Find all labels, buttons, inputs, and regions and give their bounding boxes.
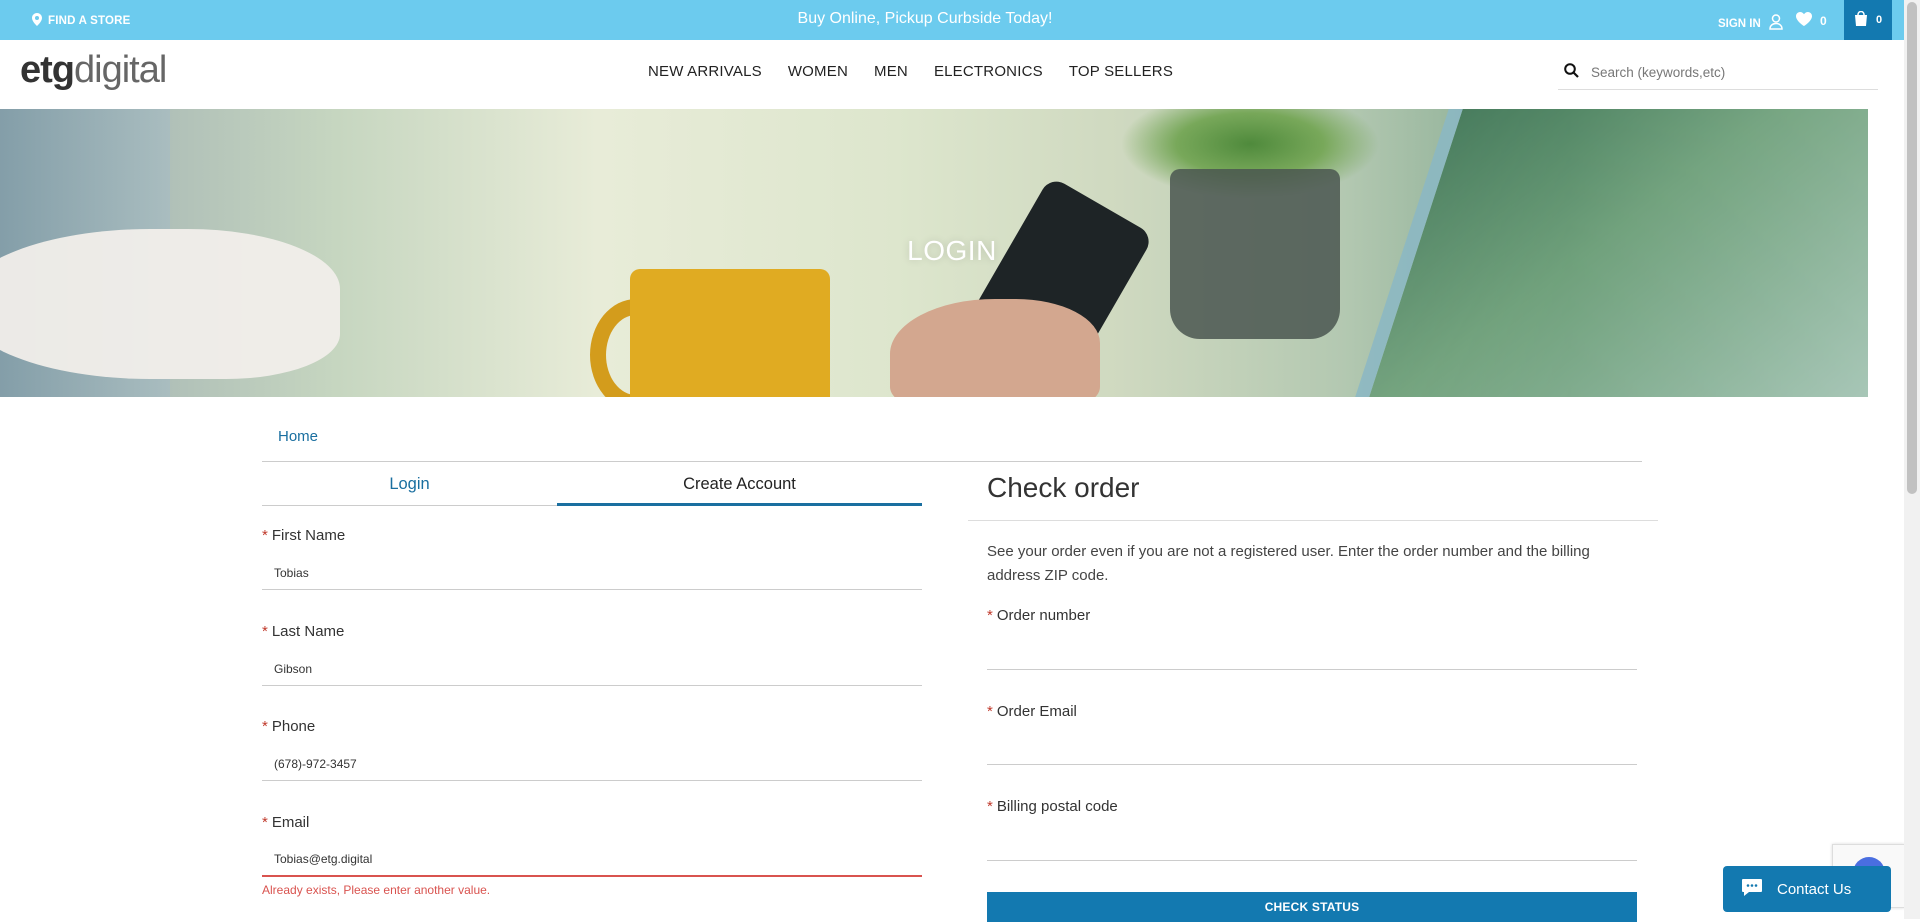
billing-postal-field[interactable]	[987, 827, 1637, 861]
check-status-button[interactable]: CHECK STATUS	[987, 892, 1637, 922]
search-input[interactable]	[1589, 64, 1873, 81]
phone-field[interactable]	[262, 747, 922, 781]
order-email-label: * Order Email	[987, 703, 1077, 720]
last-name-label: * Last Name	[262, 623, 344, 640]
required-marker: *	[262, 623, 268, 640]
required-marker: *	[987, 798, 993, 815]
last-name-field[interactable]	[262, 652, 922, 686]
hero-hand	[890, 299, 1100, 397]
first-name-label-text: First Name	[271, 527, 346, 544]
shopping-bag-icon	[1854, 10, 1868, 29]
check-order-divider	[968, 520, 1658, 521]
order-email-field[interactable]	[987, 731, 1637, 765]
logo-etg: etg	[20, 49, 75, 91]
last-name-label-text: Last Name	[271, 623, 345, 640]
phone-label-text: Phone	[271, 718, 316, 735]
required-marker: *	[262, 814, 268, 831]
site-logo[interactable]: etgdigital	[20, 49, 167, 91]
contact-us-button[interactable]: Contact Us	[1723, 866, 1891, 912]
nav-new-arrivals[interactable]: NEW ARRIVALS	[648, 63, 762, 80]
heart-icon	[1796, 12, 1812, 29]
required-marker: *	[987, 607, 993, 624]
first-name-label: * First Name	[262, 527, 345, 544]
logo-digital: digital	[74, 49, 167, 91]
cart-count: 0	[1875, 14, 1883, 26]
sign-in-label: SIGN IN	[1718, 17, 1761, 30]
email-field[interactable]	[262, 843, 922, 877]
breadcrumb-home[interactable]: Home	[278, 428, 318, 445]
email-label-text: Email	[271, 814, 310, 831]
promo-text: Buy Online, Pickup Curbside Today!	[797, 10, 1053, 27]
billing-postal-label-text: Billing postal code	[996, 798, 1118, 815]
nav-electronics[interactable]: ELECTRONICS	[934, 63, 1043, 80]
user-icon	[1769, 14, 1783, 33]
hero-banner: LOGIN	[0, 109, 1868, 397]
first-name-field[interactable]	[262, 556, 922, 590]
check-order-title: Check order	[987, 472, 1140, 503]
phone-label: * Phone	[262, 718, 315, 735]
scrollbar-thumb[interactable]	[1907, 2, 1917, 494]
wishlist-count: 0	[1820, 13, 1827, 28]
search-bar	[1558, 56, 1878, 90]
wishlist-link[interactable]: 0	[1796, 12, 1827, 29]
nav-men[interactable]: MEN	[874, 63, 908, 80]
page-title: LOGIN	[907, 235, 997, 266]
contact-us-label: Contact Us	[1777, 880, 1852, 898]
email-error-message: Already exists, Please enter another val…	[262, 883, 491, 897]
cart-button[interactable]: 0	[1844, 0, 1892, 40]
tab-create-account[interactable]: Create Account	[557, 462, 922, 506]
page-scrollbar[interactable]	[1904, 0, 1920, 919]
order-number-label-text: Order number	[996, 607, 1091, 624]
required-marker: *	[262, 527, 268, 544]
hero-mug	[630, 269, 830, 397]
chat-bubble-icon	[1741, 878, 1763, 900]
required-marker: *	[262, 718, 268, 735]
search-icon[interactable]	[1564, 62, 1579, 83]
required-marker: *	[987, 703, 993, 720]
billing-postal-label: * Billing postal code	[987, 798, 1118, 815]
main-nav: NEW ARRIVALS WOMEN MEN ELECTRONICS TOP S…	[648, 63, 1173, 80]
top-banner: FIND A STORE Buy Online, Pickup Curbside…	[0, 0, 1904, 40]
email-label: * Email	[262, 814, 309, 831]
check-order-description: See your order even if you are not a reg…	[987, 543, 1590, 584]
nav-women[interactable]: WOMEN	[788, 63, 848, 80]
nav-top-sellers[interactable]: TOP SELLERS	[1069, 63, 1173, 80]
order-number-field[interactable]	[987, 636, 1637, 670]
order-email-label-text: Order Email	[996, 703, 1077, 720]
tab-login[interactable]: Login	[262, 462, 557, 506]
order-number-label: * Order number	[987, 607, 1090, 624]
sign-in-link[interactable]: SIGN IN	[1718, 14, 1783, 33]
